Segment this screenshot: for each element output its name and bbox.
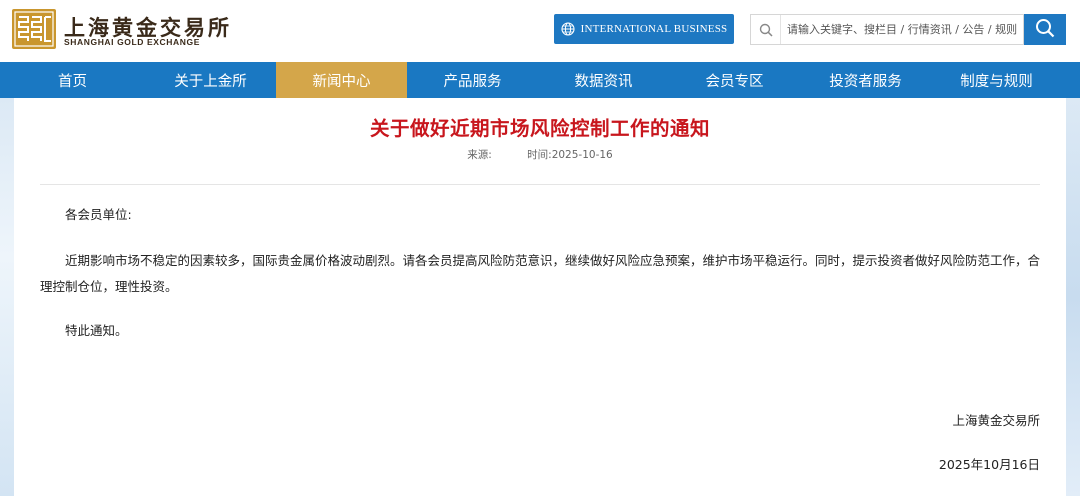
- main-nav: 首页 关于上金所 新闻中心 产品服务 数据资讯 会员专区 投资者服务 制度与规则: [0, 62, 1080, 98]
- article-title: 关于做好近期市场风险控制工作的通知: [369, 117, 710, 140]
- nav-item-news[interactable]: 新闻中心: [276, 62, 407, 98]
- search-input[interactable]: [781, 16, 1021, 43]
- nav-item-products[interactable]: 产品服务: [407, 62, 538, 98]
- sge-logo-icon[interactable]: [12, 9, 56, 49]
- nav-item-members[interactable]: 会员专区: [669, 62, 800, 98]
- international-business-label: INTERNATIONAL BUSINESS: [580, 23, 728, 35]
- international-business-button[interactable]: INTERNATIONAL BUSINESS: [554, 14, 734, 44]
- nav-item-data[interactable]: 数据资讯: [538, 62, 669, 98]
- divider: [40, 184, 1040, 185]
- article-meta: 来源: 时间:2025-10-16: [14, 147, 1066, 162]
- search-box: [750, 14, 1024, 45]
- logo-english-name[interactable]: SHANGHAI GOLD EXCHANGE: [64, 37, 200, 47]
- search-button[interactable]: [1024, 14, 1066, 45]
- signature-date: 2025年10月16日: [938, 457, 1040, 472]
- article-time: 时间:2025-10-16: [527, 149, 613, 161]
- nav-item-investors[interactable]: 投资者服务: [800, 62, 931, 98]
- nav-item-home[interactable]: 首页: [0, 62, 145, 98]
- globe-icon: [561, 22, 575, 36]
- background-decoration-right: [1066, 98, 1080, 496]
- signature-organization: 上海黄金交易所: [952, 413, 1040, 428]
- background-decoration-left: [0, 98, 14, 496]
- site-header: 上海黄金交易所 SHANGHAI GOLD EXCHANGE INTERNATI…: [0, 0, 1080, 62]
- article-content: 关于做好近期市场风险控制工作的通知 来源: 时间:2025-10-16 各会员单…: [14, 98, 1066, 496]
- article-source: 来源:: [467, 149, 492, 161]
- search-icon: [1035, 18, 1055, 42]
- search-icon: [751, 15, 781, 44]
- article-paragraph: 近期影响市场不稳定的因素较多，国际贵金属价格波动剧烈。请各会员提高风险防范意识，…: [40, 253, 1041, 294]
- nav-item-rules[interactable]: 制度与规则: [931, 62, 1062, 98]
- nav-item-about[interactable]: 关于上金所: [145, 62, 276, 98]
- article-salutation: 各会员单位:: [65, 207, 132, 222]
- article-closing: 特此通知。: [65, 323, 128, 338]
